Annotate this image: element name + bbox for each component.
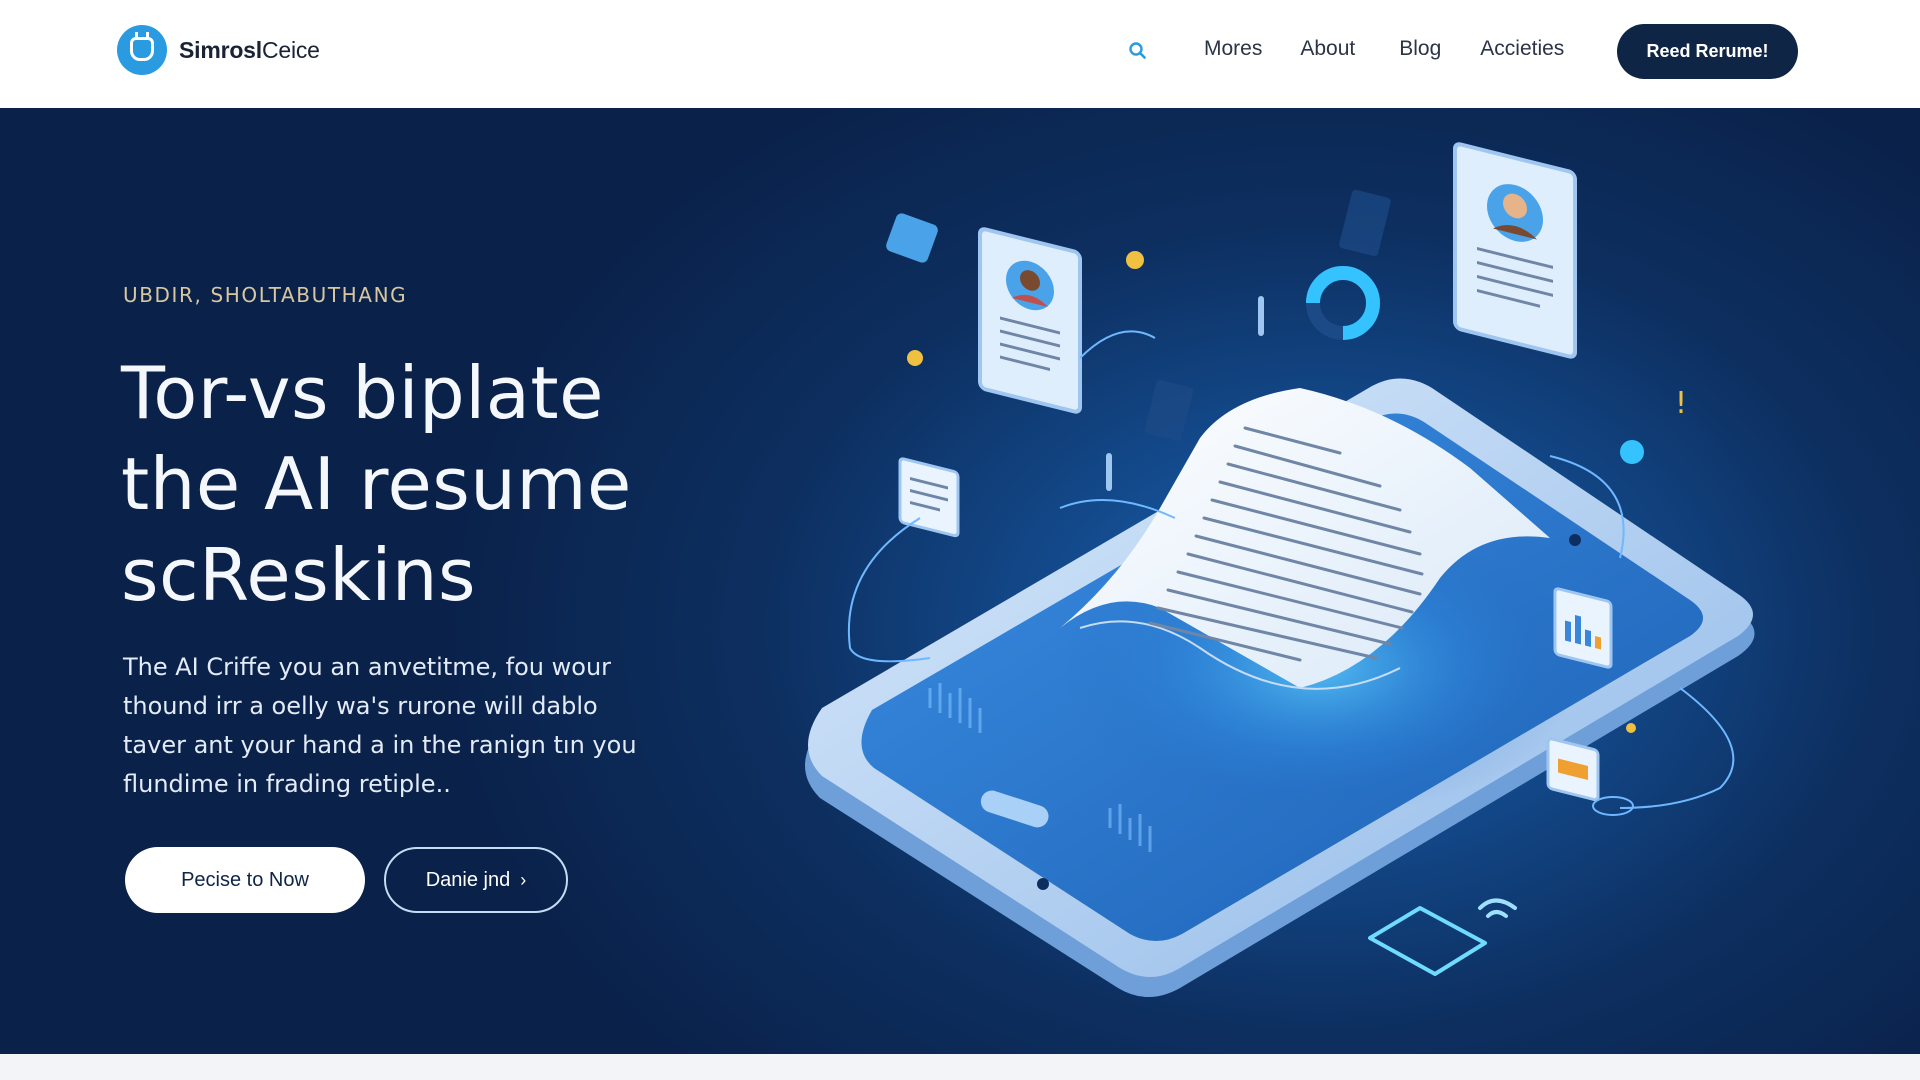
- body-line: thound irr a oelly wa's rurone will dabl…: [123, 692, 598, 720]
- primary-cta-button[interactable]: Pecise to Now: [125, 847, 365, 913]
- nav-link-blog[interactable]: Blog: [1399, 37, 1441, 61]
- nav-cta-button[interactable]: Reed Rerume!: [1617, 24, 1798, 79]
- chart-icon: [1553, 587, 1613, 669]
- headline-line: the AI resume: [121, 442, 632, 526]
- donut-chart-icon: [1306, 266, 1380, 340]
- body-line: taver ant your hand a in the ranign tın …: [123, 731, 637, 759]
- nav-link-accieties[interactable]: Accieties: [1480, 37, 1564, 61]
- top-navigation: SimroslCeice Mores About Blog Accieties …: [0, 0, 1920, 108]
- body-line: flundime in frading retiple..: [123, 770, 451, 798]
- robot-badge-icon: [117, 25, 167, 75]
- brand-logo[interactable]: SimroslCeice: [117, 25, 320, 75]
- nav-link-mores[interactable]: Mores: [1204, 37, 1262, 61]
- headline-line: scReskins: [121, 533, 477, 617]
- search-icon[interactable]: [1127, 40, 1149, 62]
- nav-link-about[interactable]: About: [1300, 37, 1355, 61]
- isometric-tablet-resume-illustration: !: [805, 142, 1755, 997]
- svg-text:!: !: [1675, 386, 1687, 421]
- hero-body-text: The AI Criffe you an anvetitme, fou wour…: [123, 648, 703, 804]
- hero-headline: Tor-vs biplate the AI resume scReskins: [121, 348, 741, 621]
- hero-section: UBDIR, SHOLTABUTHANG Tor-vs biplate the …: [0, 108, 1920, 1054]
- wifi-icon: [1478, 898, 1517, 918]
- hero-eyebrow: UBDIR, SHOLTABUTHANG: [123, 283, 408, 307]
- body-line: The AI Criffe you an anvetitme, fou wour: [123, 653, 612, 681]
- page-bottom-strip: [0, 1054, 1920, 1080]
- document-icon: [1546, 737, 1600, 802]
- secondary-cta-label: Danie jnd: [425, 868, 511, 891]
- nav-links: Mores About Blog Accieties: [1204, 37, 1564, 61]
- secondary-cta-button[interactable]: Danie jnd ›: [384, 847, 568, 913]
- brand-name: SimroslCeice: [179, 36, 320, 63]
- profile-card-icon: [1453, 142, 1577, 359]
- chevron-right-icon: ›: [520, 869, 527, 890]
- profile-card-icon: [978, 227, 1082, 414]
- headline-line: Tor-vs biplate: [121, 351, 604, 435]
